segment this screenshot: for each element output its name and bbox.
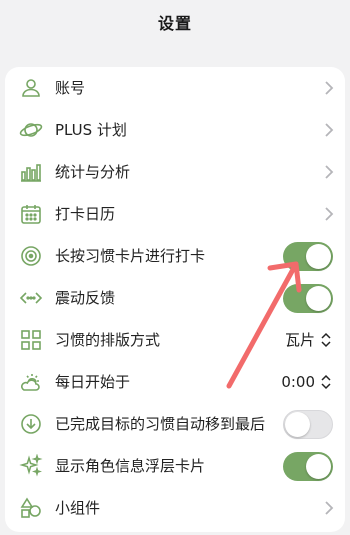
chevron-right-icon (323, 500, 335, 516)
up-down-chevron-icon (321, 373, 331, 391)
auto-move-done-toggle[interactable] (283, 410, 333, 439)
settings-row-label: PLUS 计划 (55, 121, 127, 139)
toggle-knob (285, 412, 310, 437)
settings-row-label: 已完成目标的习惯自动移到最后 (55, 415, 266, 433)
settings-row-widgets[interactable]: 小组件 (5, 487, 345, 529)
settings-row-stats[interactable]: 统计与分析 (5, 151, 345, 193)
settings-row-plus[interactable]: PLUS 计划 (5, 109, 345, 151)
planet-icon (19, 118, 43, 142)
toggle-knob (306, 454, 331, 479)
grid-icon (19, 328, 43, 352)
toggle-knob (306, 244, 331, 269)
sun-cloud-icon (19, 370, 43, 394)
settings-row-layout[interactable]: 习惯的排版方式 瓦片 (5, 319, 345, 361)
target-icon (19, 244, 43, 268)
calendar-icon (19, 202, 43, 226)
arrow-down-circle-icon (19, 412, 43, 436)
settings-row-vibration: 震动反馈 (5, 277, 345, 319)
show-role-card-toggle[interactable] (283, 452, 333, 481)
chevron-right-icon (323, 80, 335, 96)
settings-row-account[interactable]: 账号 (5, 67, 345, 109)
settings-row-label: 显示角色信息浮层卡片 (55, 457, 206, 475)
chevron-right-icon (323, 164, 335, 180)
shapes-icon (19, 496, 43, 520)
settings-row-label: 习惯的排版方式 (55, 331, 161, 349)
day-start-value: 0:00 (281, 373, 315, 391)
settings-row-label: 账号 (55, 79, 86, 97)
nav-header: 设置 (0, 0, 350, 44)
bar-chart-icon (19, 160, 43, 184)
settings-row-label: 震动反馈 (55, 289, 116, 307)
settings-row-label: 小组件 (55, 499, 101, 517)
chevron-right-icon (323, 122, 335, 138)
long-press-checkin-toggle[interactable] (283, 242, 333, 271)
settings-row-label: 统计与分析 (55, 163, 131, 181)
settings-row-auto-move-done: 已完成目标的习惯自动移到最后 (5, 403, 345, 445)
settings-row-label: 打卡日历 (55, 205, 116, 223)
vibration-icon (19, 286, 43, 310)
vibration-toggle[interactable] (283, 284, 333, 313)
settings-row-label: 每日开始于 (55, 373, 131, 391)
sparkles-icon (19, 454, 43, 478)
up-down-chevron-icon (321, 331, 331, 349)
toggle-knob (306, 286, 331, 311)
settings-row-day-start[interactable]: 每日开始于 0:00 (5, 361, 345, 403)
settings-row-checkin-calendar[interactable]: 打卡日历 (5, 193, 345, 235)
settings-list: 账号 PLUS 计划 统计与分析 打卡日历 长按习惯卡片进行打卡 震动反馈 习惯… (5, 67, 345, 532)
user-icon (19, 76, 43, 100)
chevron-right-icon (323, 206, 335, 222)
settings-row-long-press-checkin: 长按习惯卡片进行打卡 (5, 235, 345, 277)
page-title: 设置 (157, 14, 192, 33)
layout-value: 瓦片 (284, 331, 315, 349)
settings-row-show-role-card: 显示角色信息浮层卡片 (5, 445, 345, 487)
settings-row-label: 长按习惯卡片进行打卡 (55, 247, 206, 265)
